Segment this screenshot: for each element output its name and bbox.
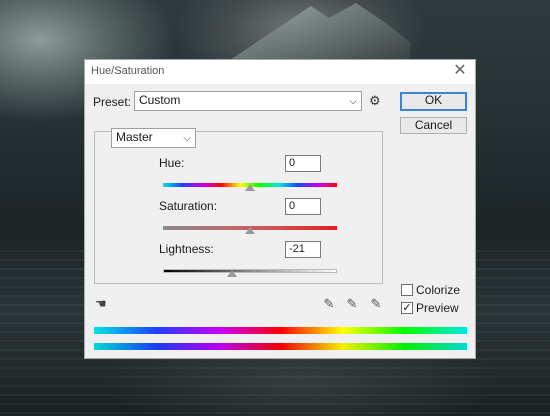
colorize-label[interactable]: Colorize [416, 283, 460, 297]
preview-checkbox[interactable]: ✓ [401, 302, 413, 314]
hue-slider-thumb[interactable] [245, 184, 255, 191]
hue-saturation-dialog: Hue/Saturation ✕ Preset: Custom ⌵ ⚙ OK C… [84, 59, 476, 359]
lightness-slider-thumb[interactable] [226, 270, 237, 277]
eyedropper-plus-icon[interactable]: ✎ [344, 296, 360, 312]
eyedropper-minus-icon[interactable]: ✎ [368, 296, 384, 312]
saturation-label: Saturation: [159, 199, 218, 213]
chevron-down-icon: ⌵ [183, 133, 191, 144]
saturation-slider-thumb[interactable] [245, 227, 255, 234]
preset-label: Preset: [93, 95, 132, 109]
dialog-title: Hue/Saturation [91, 65, 165, 77]
adjustment-group: Master ⌵ Hue: 0 Saturation: 0 Lightness:… [94, 128, 383, 284]
channel-select[interactable]: Master ⌵ [111, 128, 196, 148]
input-color-bar [94, 327, 467, 334]
hue-label: Hue: [159, 156, 185, 170]
background-mountain [230, 3, 410, 60]
saturation-input[interactable]: 0 [285, 198, 321, 215]
lightness-label: Lightness: [159, 242, 214, 256]
ok-button[interactable]: OK [400, 92, 467, 111]
preset-select[interactable]: Custom ⌵ [134, 91, 362, 111]
preview-label[interactable]: Preview [416, 301, 459, 315]
gear-icon[interactable]: ⚙ [369, 93, 385, 109]
lightness-slider-track[interactable] [163, 269, 337, 273]
title-bar[interactable]: Hue/Saturation ✕ [85, 60, 475, 84]
hand-scrubber-icon[interactable]: ☚ [95, 296, 113, 312]
lightness-input[interactable]: -21 [285, 241, 321, 258]
hue-input[interactable]: 0 [285, 155, 321, 172]
output-color-bar [94, 343, 467, 350]
cancel-button[interactable]: Cancel [400, 117, 467, 134]
preset-value: Custom [139, 93, 181, 107]
channel-value: Master [116, 130, 153, 144]
eyedropper-icon[interactable]: ✎ [321, 296, 337, 312]
colorize-checkbox[interactable] [401, 284, 413, 296]
close-icon[interactable]: ✕ [451, 62, 469, 80]
chevron-down-icon: ⌵ [349, 96, 357, 107]
